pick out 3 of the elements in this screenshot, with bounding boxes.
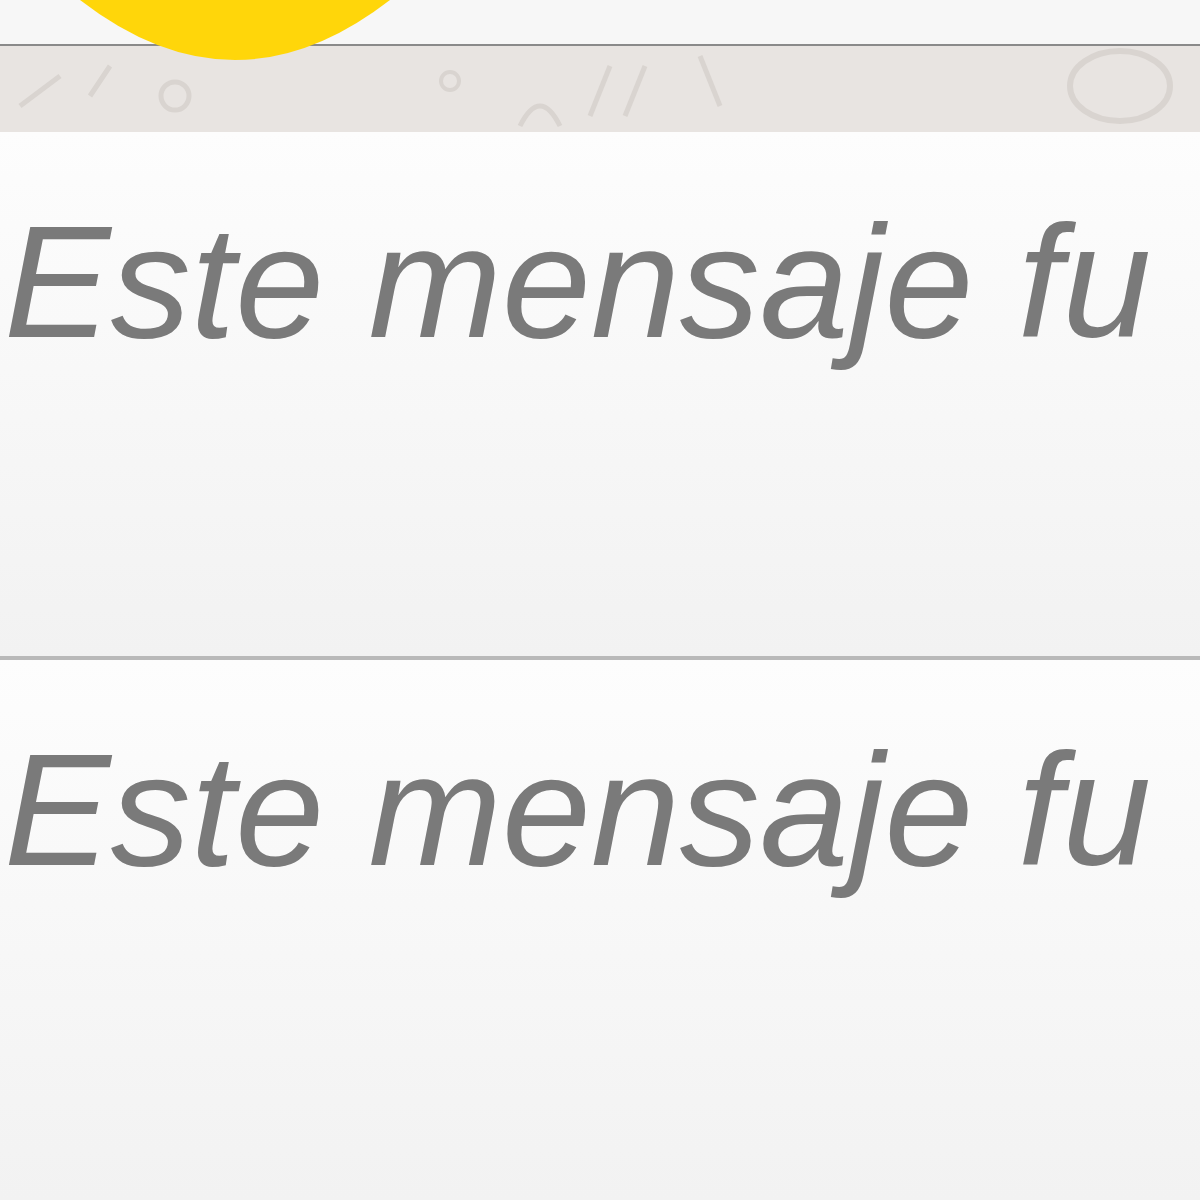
emoji-icon [80,0,390,62]
deleted-message-text: Este mensaje fu [3,192,1152,372]
deleted-message-text: Este mensaje fu [3,720,1152,900]
